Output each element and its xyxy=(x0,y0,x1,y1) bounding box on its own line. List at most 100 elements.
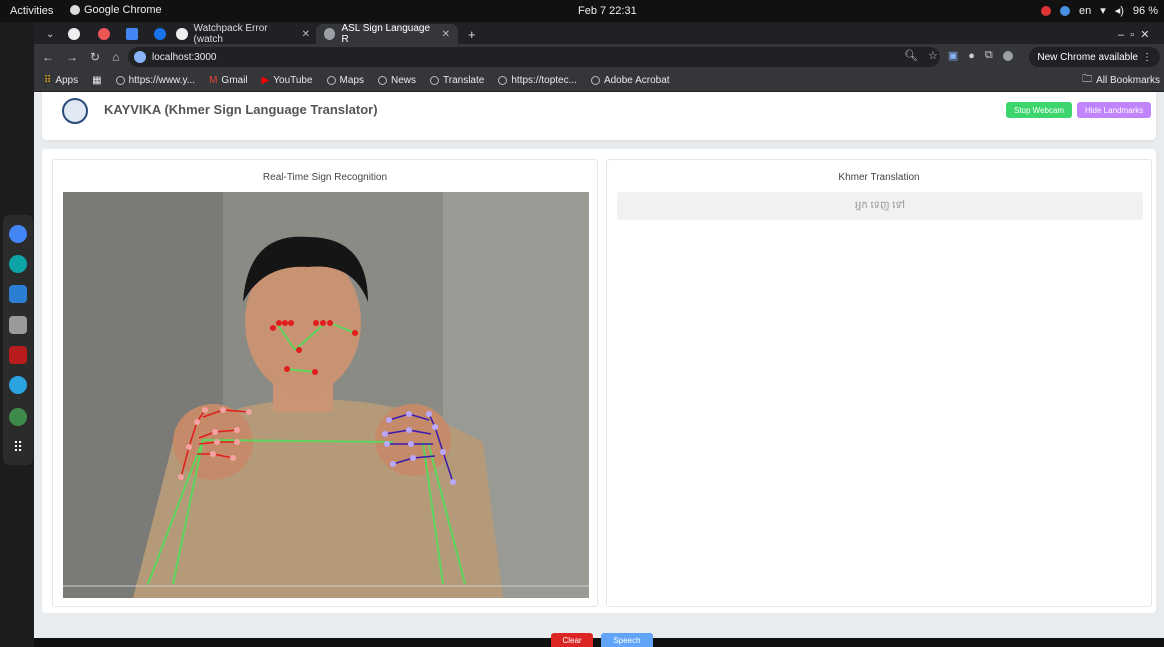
system-top-bar: Activities Google Chrome Feb 7 22:31 en … xyxy=(0,0,1164,22)
bookmark-news[interactable]: News xyxy=(378,75,416,86)
forward-icon[interactable]: → xyxy=(66,50,78,64)
clear-button[interactable]: Clear xyxy=(551,633,593,647)
menu-kebab-icon[interactable]: ⋮ xyxy=(1142,52,1152,63)
volume-icon: ◂) xyxy=(1114,5,1124,17)
github-icon xyxy=(176,28,188,40)
chrome-icon xyxy=(70,5,80,15)
tab-label: ASL Sign Language R xyxy=(341,23,431,45)
site-info-icon[interactable] xyxy=(134,51,146,63)
pinned-tab-docs[interactable] xyxy=(118,24,146,44)
bookmark-label: https://www.y... xyxy=(128,75,196,86)
app-dock-icon[interactable] xyxy=(9,346,27,364)
record-icon xyxy=(1040,5,1051,16)
gmail-icon: M xyxy=(209,75,218,86)
bookmark-label: Adobe Acrobat xyxy=(603,75,670,86)
docs-icon xyxy=(126,28,138,40)
chrome-update-button[interactable]: New Chrome available ⋮ xyxy=(1029,47,1160,67)
pinned-tab-github[interactable] xyxy=(60,24,88,44)
bookmark-label: YouTube xyxy=(273,75,313,86)
extensions-puzzle-icon[interactable]: ⧉ xyxy=(985,49,993,62)
profile-avatar[interactable] xyxy=(1002,50,1013,61)
home-icon[interactable]: ⌂ xyxy=(112,50,119,64)
show-apps-grid-icon[interactable]: ⠿ xyxy=(9,439,27,457)
c-icon xyxy=(154,28,166,40)
chrome-tray-icon xyxy=(1059,5,1070,16)
tab-label: Watchpack Error (watch xyxy=(193,23,268,45)
globe-icon xyxy=(430,76,440,85)
khmer-translation-title: Khmer Translation xyxy=(838,172,920,183)
bookmark-toptec[interactable]: https://toptec... xyxy=(498,75,577,86)
update-label: New Chrome available xyxy=(1037,51,1138,63)
activities-button[interactable]: Activities xyxy=(10,5,53,17)
globe-icon xyxy=(498,76,508,85)
browser-toolbar: ← → ↻ ⌂ localhost:3000 🔍︎ ☆ ▣ ● ⧉ New Ch… xyxy=(34,44,1164,70)
globe-icon xyxy=(324,28,336,40)
clock[interactable]: Feb 7 22:31 xyxy=(578,5,637,17)
bookmark-youtube[interactable]: ▶ YouTube xyxy=(262,75,313,86)
app-logo xyxy=(62,98,88,124)
folder-icon: 🗀 xyxy=(1082,74,1093,85)
close-tab-icon[interactable]: ✕ xyxy=(442,29,450,40)
zoom-icon[interactable]: 🔍︎ xyxy=(904,49,918,62)
window-controls[interactable]: – ▫ ✕ xyxy=(1110,24,1157,44)
files-dock-icon[interactable] xyxy=(9,316,27,334)
speech-button[interactable]: Speech xyxy=(601,633,653,647)
nav-buttons: ← → ↻ ⌂ xyxy=(42,50,119,64)
bookmark-label: https://toptec... xyxy=(511,75,577,86)
hide-landmarks-button[interactable]: Hide Landmarks xyxy=(1077,102,1152,118)
bookmark-label: Apps xyxy=(55,75,79,86)
landmark-overlay xyxy=(63,192,589,598)
khmer-translation-card: Khmer Translation អ្នក ទេញ ទៅ xyxy=(606,159,1152,607)
bookmark-label: News xyxy=(391,75,417,86)
bookmark-translate[interactable]: Translate xyxy=(430,75,484,86)
bookmarks-bar: ⠿ Apps ▦ https://www.y... M Gmail ▶ YouTube… xyxy=(34,70,1164,92)
application-dock: ⠿ xyxy=(3,215,33,465)
back-icon[interactable]: ← xyxy=(42,50,54,64)
telegram-dock-icon[interactable] xyxy=(9,376,27,394)
system-tray[interactable]: en ▾ ◂) 96 % xyxy=(1040,4,1158,17)
pinned-tab-app[interactable] xyxy=(90,24,118,44)
all-bookmarks-button[interactable]: 🗀 All Bookmarks xyxy=(1082,72,1160,89)
globe-icon xyxy=(326,76,336,85)
vscode-dock-icon[interactable] xyxy=(9,285,27,303)
chrome-dock-icon[interactable] xyxy=(9,225,27,243)
record-extension-icon[interactable]: ● xyxy=(968,50,975,62)
address-bar[interactable]: localhost:3000 xyxy=(128,47,940,67)
globe-icon xyxy=(590,76,600,85)
reload-icon[interactable]: ↻ xyxy=(90,50,100,64)
battery-level: 96 % xyxy=(1132,4,1158,17)
bookmark-label: Translate xyxy=(443,75,485,86)
tab-asl-sign-language[interactable]: ASL Sign Language R ✕ xyxy=(316,23,458,45)
bookmark-label: All Bookmarks xyxy=(1096,75,1160,86)
app-header: KAYVIKA (Khmer Sign Language Translator)… xyxy=(42,92,1156,140)
tab-search-button[interactable]: ⌄ xyxy=(38,24,62,44)
main-panel: Real-Time Sign Recognition Khmer Transla… xyxy=(42,149,1156,613)
active-app-menu[interactable]: Google Chrome xyxy=(70,4,162,16)
bookmark-apps[interactable]: ⠿ Apps xyxy=(44,75,78,86)
page-footer xyxy=(34,638,1164,647)
edge-dock-icon[interactable] xyxy=(9,255,27,273)
bookmark-adobe[interactable]: Adobe Acrobat xyxy=(590,75,670,86)
bookmark-label: Maps xyxy=(339,75,364,86)
globe-icon xyxy=(378,76,387,85)
wifi-icon: ▾ xyxy=(1100,5,1106,17)
language-indicator[interactable]: en xyxy=(1079,5,1091,17)
new-tab-button[interactable]: + xyxy=(460,24,484,44)
bookmark-star-icon[interactable]: ☆ xyxy=(928,49,938,62)
web-page: KAYVIKA (Khmer Sign Language Translator)… xyxy=(34,92,1164,647)
apps-grid-icon: ⠿ xyxy=(44,75,52,86)
github-icon xyxy=(68,28,80,40)
webcam-video-feed xyxy=(63,192,589,598)
browser-dock-icon[interactable] xyxy=(9,408,27,426)
bookmark-gmail[interactable]: M Gmail xyxy=(209,75,247,86)
youtube-icon: ▶ xyxy=(261,75,270,86)
close-tab-icon[interactable]: ✕ xyxy=(302,29,310,40)
stop-webcam-button[interactable]: Stop Webcam xyxy=(1006,102,1073,118)
tab-watchpack[interactable]: Watchpack Error (watch ✕ xyxy=(168,23,318,45)
tab-strip: ⌄ Watchpack Error (watch ✕ ASL Sign Lang… xyxy=(34,22,1164,45)
extension-icon[interactable]: ▣ xyxy=(948,49,958,62)
bookmark-item[interactable]: https://www.y... xyxy=(115,75,196,86)
app-title: KAYVIKA (Khmer Sign Language Translator) xyxy=(104,102,378,117)
tab-groups-icon[interactable]: ▦ xyxy=(92,75,101,86)
bookmark-maps[interactable]: Maps xyxy=(326,75,364,86)
